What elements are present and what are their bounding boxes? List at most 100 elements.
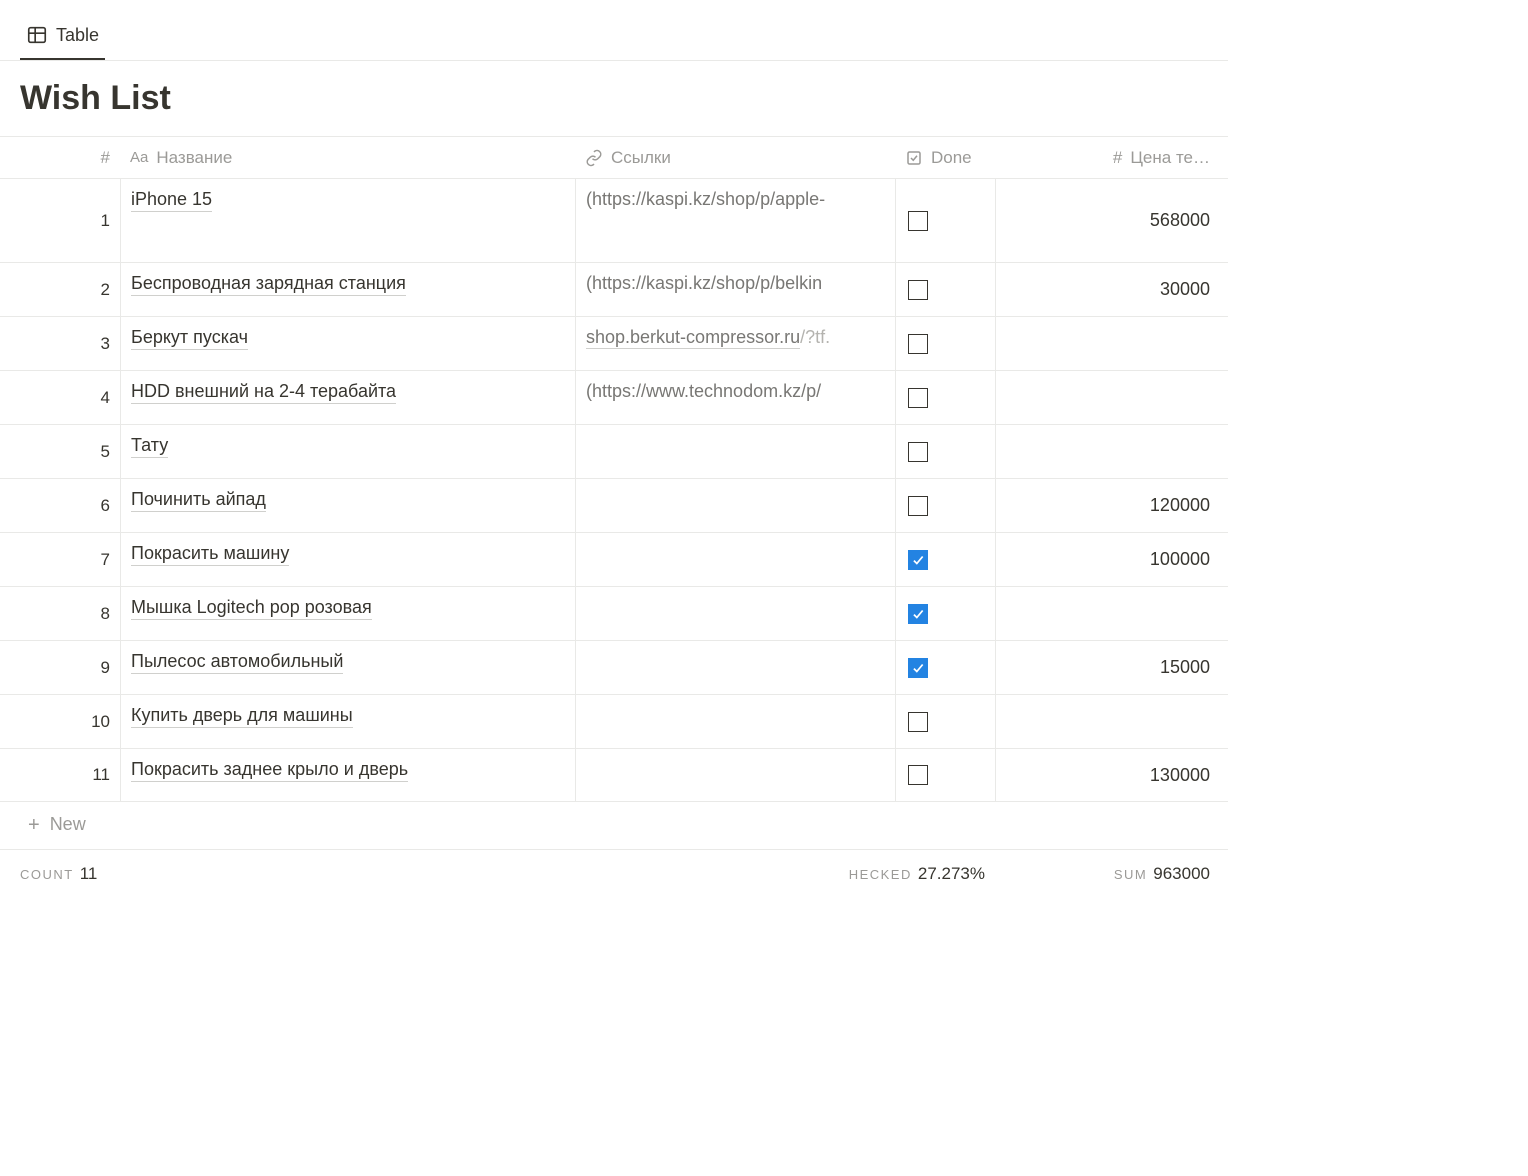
cell-price[interactable]	[995, 371, 1220, 424]
footer-checked[interactable]: HECKED 27.273%	[895, 864, 995, 884]
cell-done	[895, 179, 995, 262]
col-done[interactable]: Done	[895, 137, 995, 178]
col-price-label: Цена те…	[1130, 148, 1210, 168]
cell-link[interactable]	[575, 749, 895, 801]
cell-price[interactable]: 120000	[995, 479, 1220, 532]
cell-name-text: Тату	[131, 435, 168, 458]
cell-name-text: Беркут пускач	[131, 327, 248, 350]
cell-link[interactable]: (https://kaspi.kz/shop/p/apple-	[575, 179, 895, 262]
table-body: 1 iPhone 15 (https://kaspi.kz/shop/p/apple…	[0, 178, 1228, 802]
cell-name[interactable]: Починить айпад	[120, 479, 575, 532]
cell-link[interactable]: (https://kaspi.kz/shop/p/belkin	[575, 263, 895, 316]
footer-count[interactable]: COUNT 11	[0, 864, 575, 884]
col-price[interactable]: # Цена те…	[995, 137, 1220, 178]
cell-name[interactable]: Покрасить машину	[120, 533, 575, 586]
table-row[interactable]: 5 Тату	[0, 424, 1228, 478]
checkbox[interactable]	[908, 280, 928, 300]
cell-link-text: shop.berkut-compressor.ru	[586, 327, 800, 349]
table-row[interactable]: 6Починить айпад 120000	[0, 478, 1228, 532]
cell-name[interactable]: iPhone 15	[120, 179, 575, 262]
col-done-label: Done	[931, 148, 972, 168]
new-row-button[interactable]: + New	[0, 802, 1228, 850]
cell-price[interactable]: 568000	[995, 179, 1220, 262]
cell-done	[895, 263, 995, 316]
cell-index: 3	[0, 317, 120, 370]
cell-link[interactable]	[575, 641, 895, 694]
cell-link[interactable]	[575, 533, 895, 586]
col-name[interactable]: Aa Название	[120, 137, 575, 178]
cell-index: 1	[0, 179, 120, 262]
footer-checked-value: 27.273%	[918, 864, 985, 884]
page-title[interactable]: Wish List	[0, 61, 1228, 136]
checkbox[interactable]	[908, 211, 928, 231]
checkbox[interactable]	[908, 388, 928, 408]
cell-price[interactable]	[995, 695, 1220, 748]
cell-price[interactable]	[995, 587, 1220, 640]
col-index[interactable]: #	[0, 137, 120, 178]
cell-name[interactable]: Тату	[120, 425, 575, 478]
footer-sum-value: 963000	[1153, 864, 1210, 884]
col-link[interactable]: Ссылки	[575, 137, 895, 178]
tab-table[interactable]: Table	[20, 18, 105, 60]
hash-icon: #	[1113, 148, 1122, 168]
table-icon	[26, 24, 48, 46]
tab-table-label: Table	[56, 25, 99, 46]
cell-done	[895, 587, 995, 640]
cell-name[interactable]: Беркут пускач	[120, 317, 575, 370]
cell-done	[895, 749, 995, 801]
cell-price[interactable]	[995, 317, 1220, 370]
footer-sum[interactable]: SUM 963000	[995, 864, 1220, 884]
cell-price[interactable]: 100000	[995, 533, 1220, 586]
checkbox[interactable]	[908, 496, 928, 516]
cell-index: 11	[0, 749, 120, 801]
plus-icon: +	[28, 815, 40, 835]
cell-name-text: Беспроводная зарядная станция	[131, 273, 406, 296]
checkbox[interactable]	[908, 765, 928, 785]
cell-name[interactable]: Купить дверь для машины	[120, 695, 575, 748]
cell-price[interactable]: 130000	[995, 749, 1220, 801]
checkbox[interactable]	[908, 442, 928, 462]
cell-price[interactable]: 15000	[995, 641, 1220, 694]
database-table: # Aa Название Ссылки Done	[0, 136, 1228, 884]
cell-link[interactable]: shop.berkut-compressor.ru/?tf.	[575, 317, 895, 370]
cell-index: 6	[0, 479, 120, 532]
cell-index: 10	[0, 695, 120, 748]
cell-name[interactable]: Мышка Logitech pop розовая	[120, 587, 575, 640]
cell-done	[895, 533, 995, 586]
cell-name[interactable]: HDD внешний на 2-4 терабайта	[120, 371, 575, 424]
cell-link[interactable]	[575, 695, 895, 748]
table-row[interactable]: 2Беспроводная зарядная станция(https://k…	[0, 262, 1228, 316]
table-row[interactable]: 1 iPhone 15 (https://kaspi.kz/shop/p/apple…	[0, 178, 1228, 262]
cell-link[interactable]: (https://www.technodom.kz/p/	[575, 371, 895, 424]
table-row[interactable]: 3 Беркут пускач shop.berkut-compressor.ru/…	[0, 316, 1228, 370]
table-row[interactable]: 9Пылесос автомобильный15000	[0, 640, 1228, 694]
cell-index: 5	[0, 425, 120, 478]
checkbox[interactable]	[908, 604, 928, 624]
cell-price[interactable]	[995, 425, 1220, 478]
link-icon	[585, 149, 603, 167]
cell-link[interactable]	[575, 479, 895, 532]
checkbox[interactable]	[908, 334, 928, 354]
table-row[interactable]: 7Покрасить машину 100000	[0, 532, 1228, 586]
cell-link-text: (https://kaspi.kz/shop/p/apple-	[586, 189, 825, 210]
table-footer: COUNT 11 HECKED 27.273% SUM 963000	[0, 850, 1228, 884]
table-row[interactable]: 10Купить дверь для машины	[0, 694, 1228, 748]
cell-link[interactable]	[575, 425, 895, 478]
cell-name[interactable]: Покрасить заднее крыло и дверь	[120, 749, 575, 801]
table-row[interactable]: 8Мышка Logitech pop розовая	[0, 586, 1228, 640]
checkbox[interactable]	[908, 658, 928, 678]
cell-index: 7	[0, 533, 120, 586]
table-row[interactable]: 4HDD внешний на 2-4 терабайта(https://ww…	[0, 370, 1228, 424]
checkbox-header-icon	[905, 149, 923, 167]
checkbox[interactable]	[908, 550, 928, 570]
cell-name[interactable]: Беспроводная зарядная станция	[120, 263, 575, 316]
checkbox[interactable]	[908, 712, 928, 732]
footer-sum-label: SUM	[1114, 867, 1147, 882]
cell-link[interactable]	[575, 587, 895, 640]
cell-name-text: Мышка Logitech pop розовая	[131, 597, 372, 620]
cell-name-text: iPhone 15	[131, 189, 212, 212]
table-row[interactable]: 11Покрасить заднее крыло и дверь 130000	[0, 748, 1228, 802]
cell-done	[895, 479, 995, 532]
cell-price[interactable]: 30000	[995, 263, 1220, 316]
cell-name[interactable]: Пылесос автомобильный	[120, 641, 575, 694]
